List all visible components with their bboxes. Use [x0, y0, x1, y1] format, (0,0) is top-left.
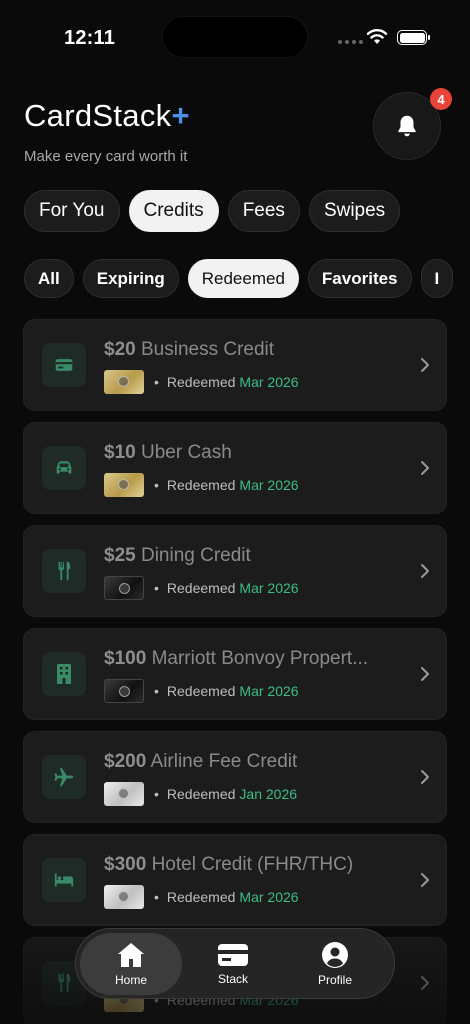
- nav-home-label: Home: [114, 972, 147, 987]
- building-icon: [42, 652, 86, 696]
- credit-item[interactable]: $20 Business Credit • Redeemed Mar 2026: [23, 319, 447, 411]
- car-icon: [42, 446, 86, 490]
- credit-title: $20 Business Credit: [104, 339, 275, 360]
- nav-profile-label: Profile: [317, 972, 352, 987]
- cellular-signal-icon: [338, 40, 363, 44]
- credit-title: $10 Uber Cash: [104, 442, 232, 463]
- filter-favorites[interactable]: Favorites: [307, 259, 412, 298]
- chevron-right-icon: [421, 667, 429, 681]
- filter-redeemed[interactable]: Redeemed: [187, 259, 299, 298]
- credit-item[interactable]: $200 Airline Fee Credit • Redeemed Jan 2…: [23, 731, 447, 823]
- fork-knife-icon: [42, 549, 86, 593]
- credit-meta: • Redeemed Mar 2026: [104, 679, 299, 703]
- credit-meta: • Redeemed Mar 2026: [104, 370, 299, 394]
- home-icon: [118, 942, 144, 967]
- credit-meta: • Redeemed Mar 2026: [104, 473, 299, 497]
- credit-item[interactable]: $10 Uber Cash • Redeemed Mar 2026: [23, 422, 447, 514]
- nav-profile[interactable]: Profile: [284, 933, 386, 995]
- credit-title: $300 Hotel Credit (FHR/THC): [104, 854, 354, 875]
- credit-date: Mar 2026: [239, 580, 299, 596]
- credit-card-icon: [42, 343, 86, 387]
- bell-icon: [398, 115, 416, 137]
- credit-meta: • Redeemed Mar 2026: [104, 885, 299, 909]
- profile-icon: [322, 941, 348, 968]
- credit-date: Mar 2026: [239, 477, 299, 493]
- credit-date: Mar 2026: [239, 683, 299, 699]
- card-thumbnail: [104, 679, 144, 703]
- status-bar: 12:11: [0, 0, 470, 64]
- section-tabs: For You Credits Fees Swipes: [24, 190, 401, 232]
- credit-title: $100 Marriott Bonvoy Propert...: [104, 648, 369, 669]
- app-subtitle: Make every card worth it: [24, 148, 188, 165]
- filter-more[interactable]: I: [420, 259, 454, 298]
- credit-meta: • Redeemed Jan 2026: [104, 782, 297, 806]
- credit-item[interactable]: $300 Hotel Credit (FHR/THC) • Redeemed M…: [23, 834, 447, 926]
- card-thumbnail: [104, 782, 144, 806]
- battery-icon: [397, 30, 430, 45]
- notification-badge: 4: [430, 88, 452, 110]
- credit-title: $200 Airline Fee Credit: [104, 751, 298, 772]
- chevron-right-icon: [421, 873, 429, 887]
- credit-item[interactable]: $100 Marriott Bonvoy Propert... • Redeem…: [23, 628, 447, 720]
- chevron-right-icon: [421, 770, 429, 784]
- credit-title: $25 Dining Credit: [104, 545, 251, 566]
- filter-expiring[interactable]: Expiring: [82, 259, 179, 298]
- wifi-icon: [366, 29, 388, 44]
- dynamic-island: [162, 16, 308, 58]
- chevron-right-icon: [421, 564, 429, 578]
- credit-status: Redeemed: [166, 683, 236, 699]
- credit-status: Redeemed: [166, 580, 236, 596]
- nav-stack[interactable]: Stack: [182, 933, 284, 995]
- tab-credits[interactable]: Credits: [128, 190, 219, 232]
- bottom-nav: Home Stack Profile: [75, 928, 395, 999]
- chevron-right-icon: [421, 358, 429, 372]
- tab-swipes[interactable]: Swipes: [308, 190, 401, 232]
- tab-for-you[interactable]: For You: [24, 190, 120, 232]
- filter-all[interactable]: All: [24, 259, 74, 298]
- chevron-right-icon: [421, 461, 429, 475]
- card-stack-icon: [218, 943, 248, 966]
- airplane-icon: [42, 755, 86, 799]
- credit-date: Mar 2026: [239, 374, 299, 390]
- filter-chips: All Expiring Redeemed Favorites I: [24, 259, 470, 298]
- card-thumbnail: [104, 370, 144, 394]
- credit-status: Redeemed: [166, 786, 236, 802]
- credit-status: Redeemed: [166, 374, 236, 390]
- card-thumbnail: [104, 473, 144, 497]
- app-title: CardStack+: [24, 98, 190, 133]
- bed-icon: [42, 858, 86, 902]
- credit-status: Redeemed: [166, 477, 236, 493]
- credit-status: Redeemed: [166, 889, 236, 905]
- credit-item[interactable]: $25 Dining Credit • Redeemed Mar 2026: [23, 525, 447, 617]
- status-time: 12:11: [64, 27, 116, 49]
- chevron-right-icon: [421, 976, 429, 990]
- tab-fees[interactable]: Fees: [227, 190, 300, 232]
- card-thumbnail: [104, 576, 144, 600]
- credit-date: Mar 2026: [239, 889, 299, 905]
- credit-meta: • Redeemed Mar 2026: [104, 576, 299, 600]
- nav-home[interactable]: Home: [80, 932, 182, 995]
- nav-stack-label: Stack: [217, 971, 248, 986]
- credit-date: Jan 2026: [239, 786, 298, 802]
- card-thumbnail: [104, 885, 144, 909]
- credits-list: $20 Business Credit • Redeemed Mar 2026 …: [23, 319, 447, 1024]
